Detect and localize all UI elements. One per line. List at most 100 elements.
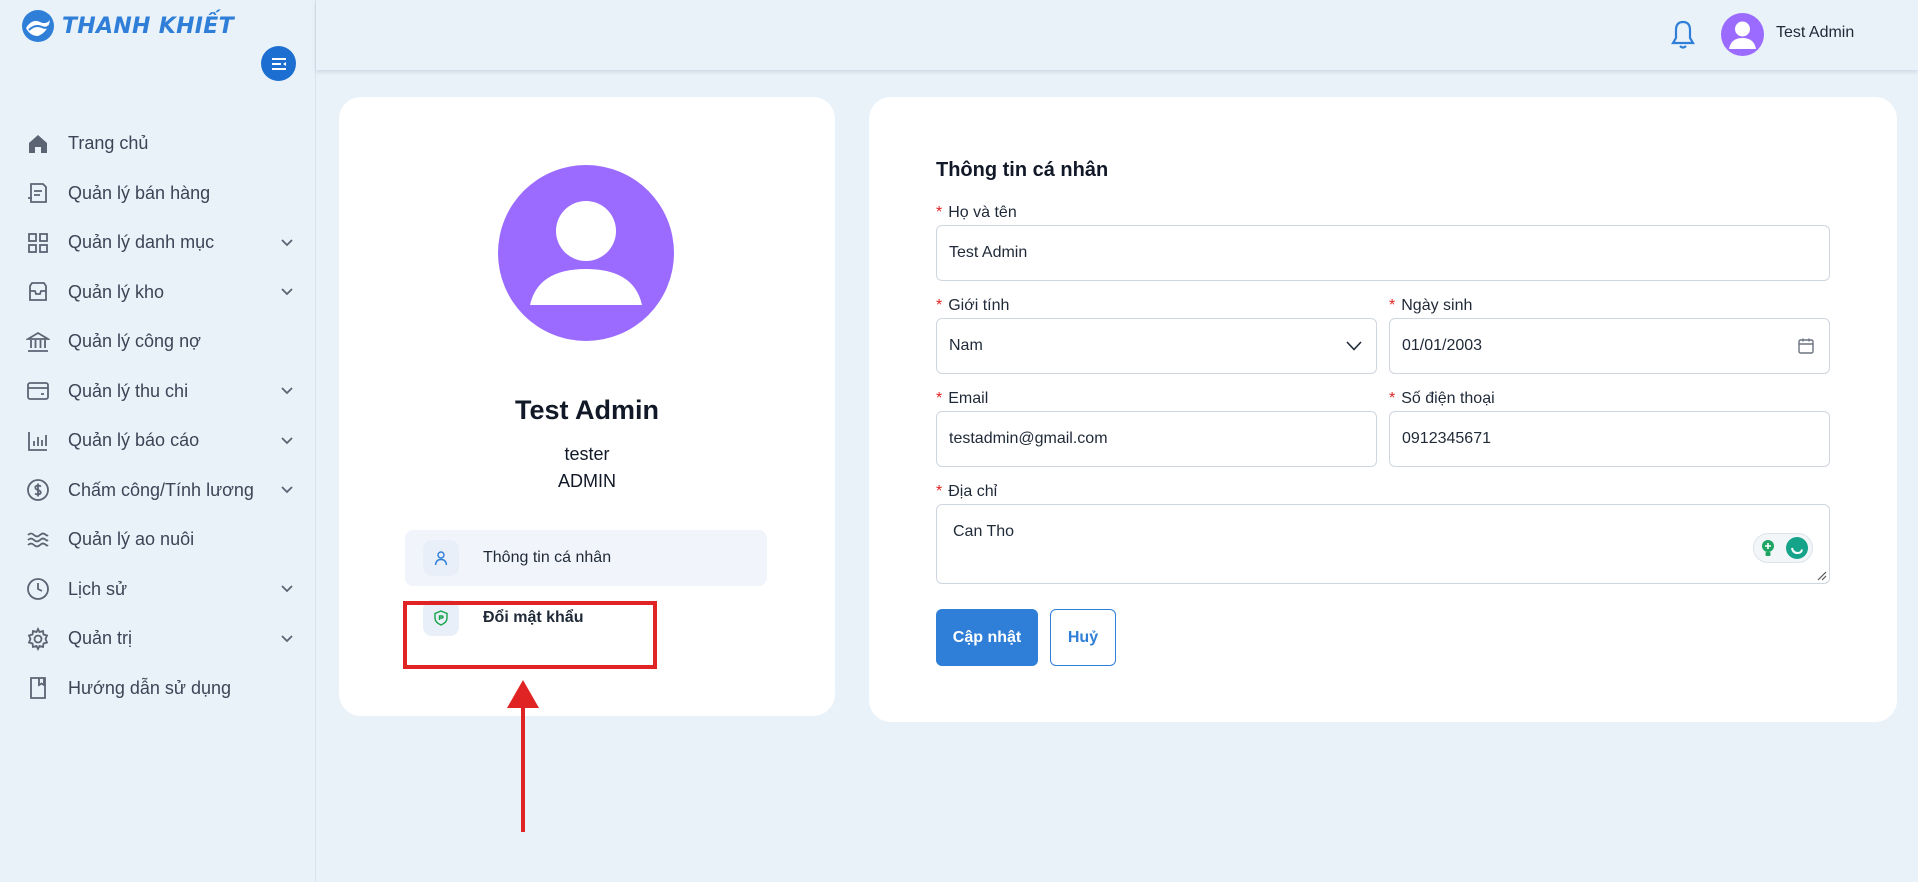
brand-logo[interactable]: THANH KHIẾT [20,8,234,44]
sidebar-item-label: Hướng dẫn sử dụng [68,677,232,698]
notification-bell-icon[interactable] [1668,19,1698,51]
grid-icon [26,231,50,255]
sidebar-item-label: Quản lý danh mục [68,232,215,253]
calendar-icon[interactable] [1797,337,1815,355]
sidebar-item-home[interactable]: Trang chủ [0,119,316,169]
sidebar-collapse-button[interactable] [261,46,296,81]
sidebar-item-admin[interactable]: Quản trị [0,614,316,664]
gender-label-text: Giới tính [948,297,1010,314]
chevron-down-icon [280,483,294,497]
profile-name: Test Admin [514,395,659,425]
required-mark: * [936,390,943,407]
fullname-value: Test Admin [949,244,1028,261]
chevron-down-icon [280,384,294,398]
sidebar-item-sales[interactable]: Quản lý bán hàng [0,169,316,219]
fullname-input[interactable]: Test Admin [936,225,1830,281]
sidebar-item-debts[interactable]: Quản lý công nợ [0,317,316,367]
phone-label-text: Số điện thoại [1401,390,1495,407]
bank-icon [26,330,50,354]
personal-info-form: Thông tin cá nhân * Họ và tên Test Admin … [869,97,1897,722]
profile-menu-label: Thông tin cá nhân [483,549,612,566]
sidebar-item-label: Chấm công/Tính lương [68,479,254,500]
update-button[interactable]: Cập nhật [936,609,1038,666]
email-label: * Email [936,390,988,408]
phone-label: * Số điện thoại [1389,390,1495,408]
cancel-button[interactable]: Huỷ [1050,609,1116,666]
grammar-assistant-widget[interactable] [1753,533,1813,563]
required-mark: * [936,297,943,314]
sidebar: THANH KHIẾT Trang chủ Quản lý bán hàng Q… [0,0,316,882]
chevron-down-icon [280,582,294,596]
clock-icon [26,577,50,601]
chevron-down-icon [280,285,294,299]
required-mark: * [1389,297,1396,314]
phone-field[interactable]: 0912345671 [1389,411,1830,467]
sidebar-item-label: Quản lý kho [68,281,165,302]
birthday-datepicker[interactable]: 01/01/2003 [1389,318,1830,374]
header-avatar[interactable] [1721,13,1764,56]
profile-card: Test Admin tester ADMIN Thông tin cá nhâ… [339,97,835,716]
address-label: * Địa chỉ [936,483,997,501]
birthday-label: * Ngày sinh [1389,297,1472,315]
waves-icon [26,528,50,552]
profile-menu-personal-info[interactable]: Thông tin cá nhân [405,530,767,586]
required-mark: * [936,483,943,500]
sidebar-item-label: Quản trị [68,628,133,649]
birthday-label-text: Ngày sinh [1401,297,1473,314]
sidebar-item-label: Quản lý thu chi [68,380,189,401]
fullname-label-text: Họ và tên [948,204,1017,221]
logo-icon [22,10,54,42]
gender-select[interactable]: Nam [936,318,1377,374]
top-header: Test Admin [316,0,1918,70]
fullname-label: * Họ và tên [936,204,1017,222]
required-mark: * [1389,390,1396,407]
form-title: Thông tin cá nhân [936,159,1109,181]
sidebar-item-history[interactable]: Lịch sử [0,565,316,615]
gear-icon [26,626,50,651]
book-icon [26,676,50,700]
email-field[interactable]: testadmin@gmail.com [936,411,1377,467]
menu-collapse-icon [271,57,286,70]
brand-name: THANH KHIẾT [62,13,234,39]
sidebar-item-guide[interactable]: Hướng dẫn sử dụng [0,664,316,714]
wallet-icon [26,379,50,403]
lightbulb-icon [1761,540,1774,556]
required-mark: * [936,204,943,221]
user-icon [1729,21,1756,49]
sales-icon [26,181,50,205]
chevron-down-icon [280,632,294,646]
profile-menu-change-password[interactable]: Đổi mật khẩu [405,590,767,646]
sidebar-item-label: Quản lý báo cáo [68,430,200,451]
chevron-down-icon [280,236,294,250]
address-textarea[interactable]: Can Tho [936,504,1830,584]
chevron-down-icon [1346,341,1362,351]
inbox-icon [26,280,50,304]
address-value: Can Tho [953,523,1015,540]
sidebar-item-label: Quản lý bán hàng [68,182,211,203]
address-label-text: Địa chỉ [948,483,998,500]
bar-chart-icon [26,429,50,453]
user-outline-icon [423,540,459,576]
profile-role: ADMIN [558,471,616,491]
gender-label: * Giới tính [936,297,1009,315]
home-icon [26,132,50,156]
sidebar-item-reports[interactable]: Quản lý báo cáo [0,416,316,466]
email-label-text: Email [948,390,989,407]
chevron-down-icon [280,434,294,448]
profile-menu-label: Đổi mật khẩu [483,609,584,626]
header-user-name[interactable]: Test Admin [1776,24,1854,42]
sidebar-item-categories[interactable]: Quản lý danh mục [0,218,316,268]
sidebar-item-warehouse[interactable]: Quản lý kho [0,268,316,318]
phone-value: 0912345671 [1402,430,1491,447]
sidebar-item-ponds[interactable]: Quản lý ao nuôi [0,515,316,565]
gender-value: Nam [949,337,983,354]
resize-handle-icon[interactable] [1815,569,1827,581]
sidebar-item-label: Quản lý ao nuôi [68,529,195,550]
birthday-value: 01/01/2003 [1402,337,1483,354]
profile-avatar [498,165,674,341]
user-icon [530,201,642,305]
dollar-icon [26,478,50,502]
sidebar-item-income-expense[interactable]: Quản lý thu chi [0,367,316,417]
sidebar-item-label: Lịch sử [68,578,128,599]
sidebar-item-payroll[interactable]: Chấm công/Tính lương [0,466,316,516]
